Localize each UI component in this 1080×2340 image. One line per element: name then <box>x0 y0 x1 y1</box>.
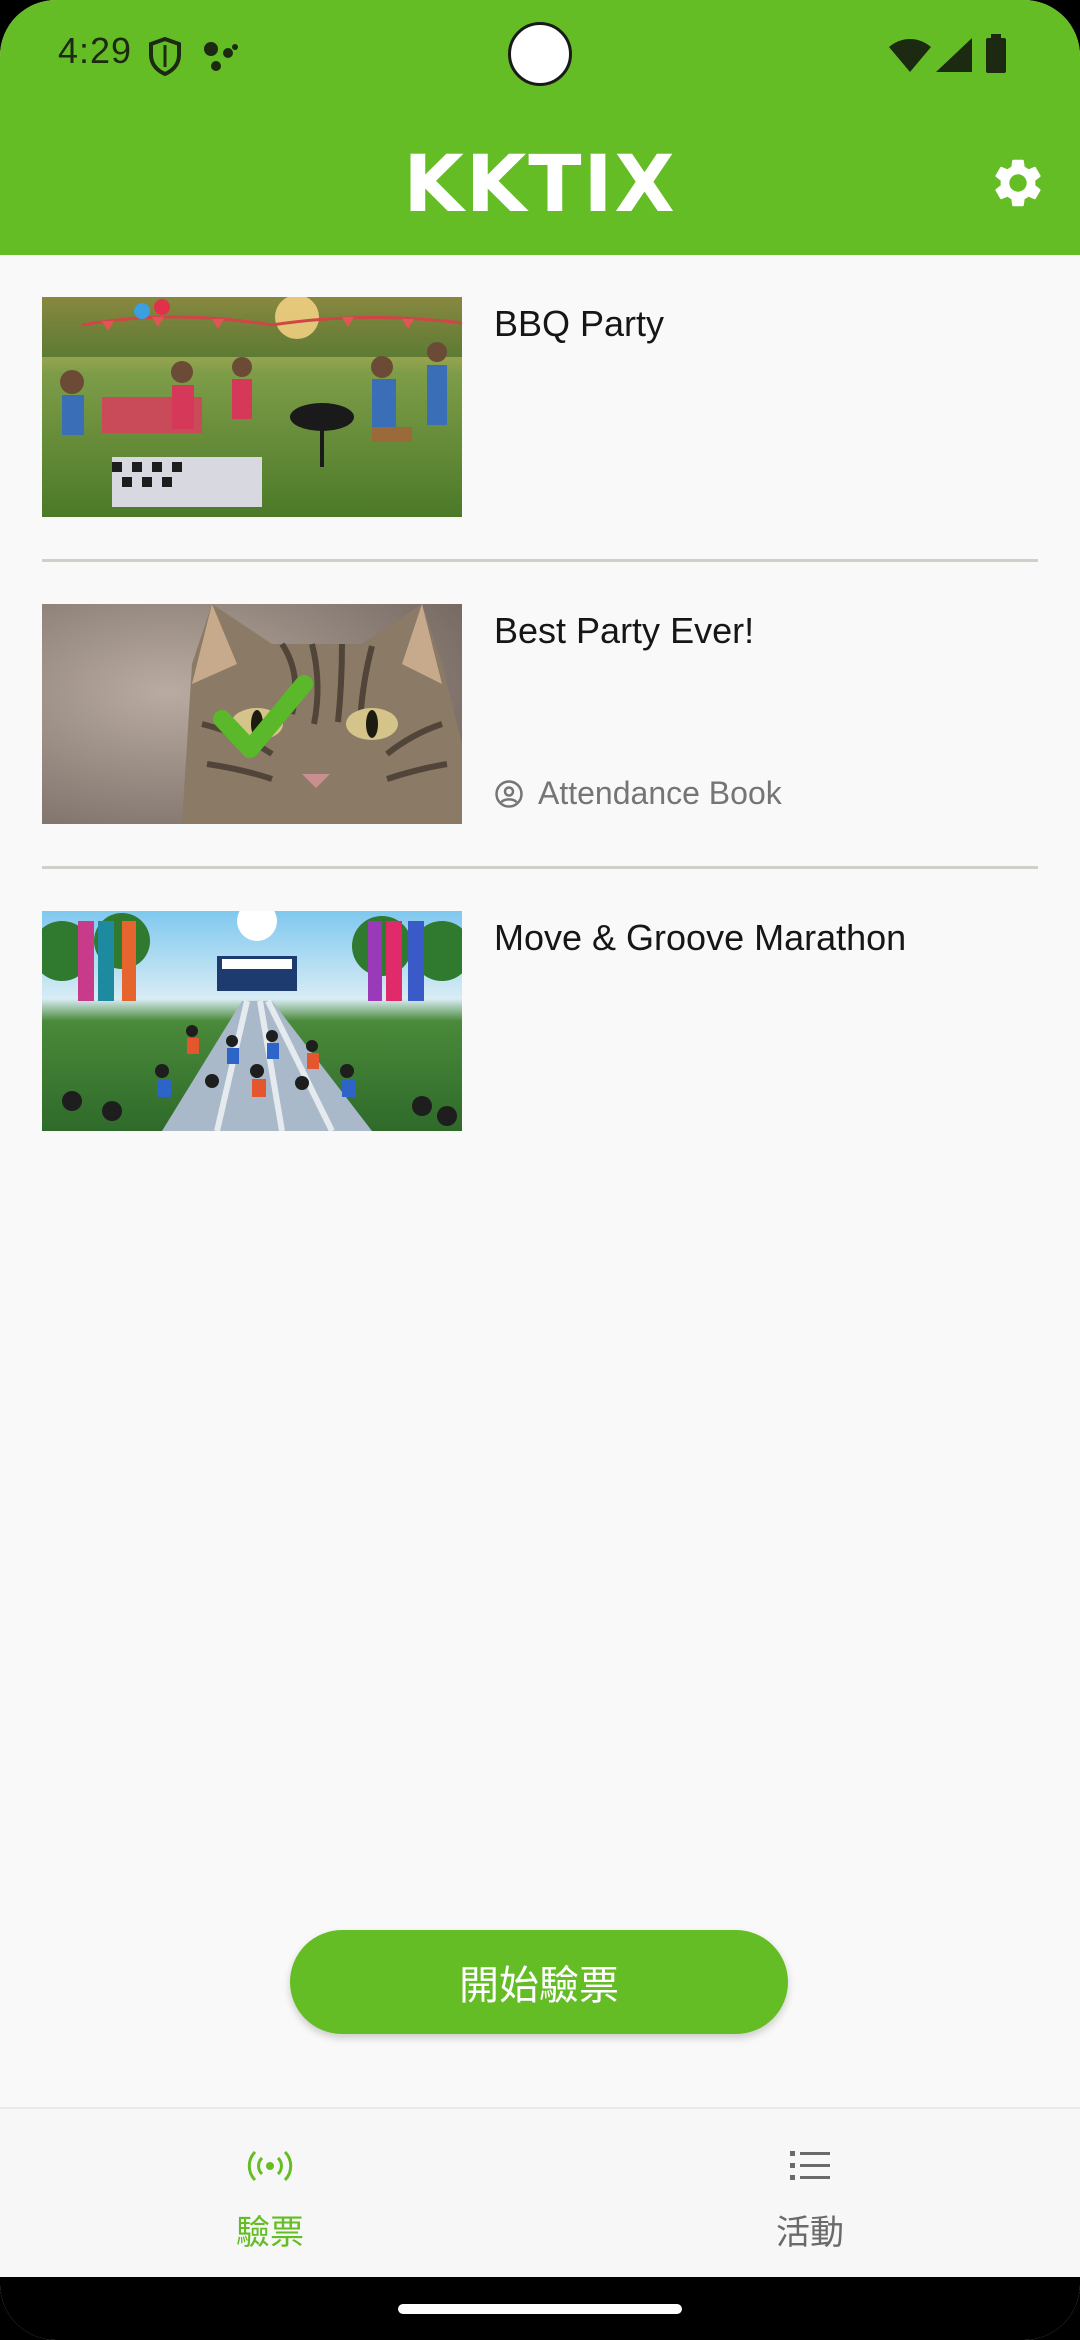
gear-icon <box>995 159 1041 207</box>
event-thumbnail <box>42 297 462 517</box>
app-header: 4:29 KKTIX <box>0 0 1080 255</box>
event-list: BBQ Party Best Party Ever! Attendance Bo… <box>0 255 1080 1176</box>
status-bar: 4:29 <box>0 0 1080 110</box>
bbq-party-photo <box>42 297 462 517</box>
event-title: Move & Groove Marathon <box>494 917 907 958</box>
nav-label: 驗票 <box>236 2213 304 2253</box>
app-logo: KKTIX <box>403 140 677 230</box>
signal-icon <box>936 38 972 72</box>
event-row[interactable]: Move & Groove Marathon <box>42 869 1038 1176</box>
assistant-dots-icon <box>204 42 238 71</box>
nav-label: 活動 <box>776 2213 844 2253</box>
camera-cutout <box>508 22 572 86</box>
event-thumbnail <box>42 604 462 824</box>
event-title: Best Party Ever! <box>494 610 755 651</box>
event-row[interactable]: Best Party Ever! Attendance Book <box>42 562 1038 869</box>
gesture-navigation-bar <box>0 2277 1080 2340</box>
start-ticket-check-button[interactable]: 開始驗票 <box>290 1930 788 2034</box>
shield-icon <box>149 36 181 76</box>
attendance-book-text: Attendance Book <box>538 775 782 811</box>
wifi-icon <box>889 39 931 72</box>
event-title: BBQ Party <box>494 303 665 344</box>
home-gesture-handle[interactable] <box>398 2304 682 2314</box>
person-circle-icon <box>494 779 524 809</box>
settings-button[interactable] <box>985 150 1051 216</box>
marathon-illustration <box>42 911 462 1131</box>
list-icon <box>788 2141 832 2191</box>
bottom-navigation: 驗票 活動 <box>0 2107 1080 2277</box>
battery-icon <box>986 34 1006 73</box>
event-row[interactable]: BBQ Party <box>42 255 1038 562</box>
status-time: 4:29 <box>58 30 133 71</box>
broadcast-icon <box>246 2141 294 2191</box>
nav-item-ticket-check[interactable]: 驗票 <box>0 2109 540 2279</box>
app-screen: 4:29 KKTIX BBQ Party Best Party Ever! At… <box>0 0 1080 2340</box>
event-thumbnail <box>42 911 462 1131</box>
nav-item-events[interactable]: 活動 <box>540 2109 1080 2279</box>
attendance-book-label: Attendance Book <box>494 775 782 812</box>
cat-photo-with-check <box>42 604 462 824</box>
